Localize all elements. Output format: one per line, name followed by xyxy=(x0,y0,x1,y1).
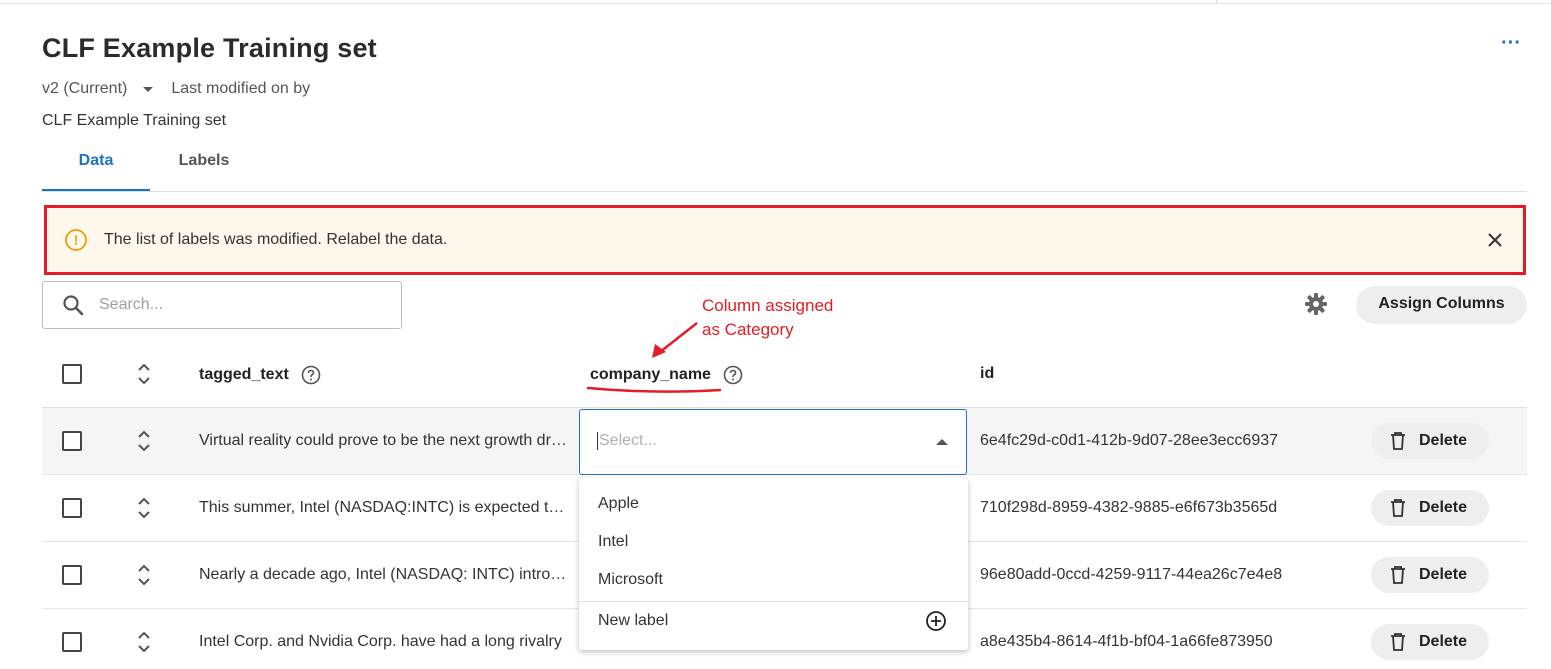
label-dropdown-menu: Apple Intel Microsoft New label xyxy=(579,478,968,650)
dropdown-divider xyxy=(579,601,968,602)
row-checkbox[interactable] xyxy=(62,431,82,451)
id-cell: a8e435b4-8614-4f1b-bf04-1a66fe873950 xyxy=(980,633,1273,650)
tab-data[interactable]: Data xyxy=(42,140,150,191)
annotation-line-1: Column assigned xyxy=(702,296,834,315)
dropdown-option-microsoft[interactable]: Microsoft xyxy=(598,571,663,589)
trash-icon xyxy=(1391,566,1405,584)
trash-icon xyxy=(1391,499,1405,517)
column-header-id[interactable]: id xyxy=(980,365,994,383)
company-name-select[interactable]: Select... xyxy=(579,409,967,475)
tagged-text-cell: This summer, Intel (NASDAQ:INTC) is expe… xyxy=(199,499,567,516)
expand-icon[interactable] xyxy=(135,495,153,521)
page-subtitle: CLF Example Training set xyxy=(42,112,227,129)
tagged-text-cell: Nearly a decade ago, Intel (NASDAQ: INTC… xyxy=(199,566,567,583)
search-input[interactable] xyxy=(99,296,379,314)
tagged-text-cell: Intel Corp. and Nvidia Corp. have had a … xyxy=(199,633,562,650)
annotation-line-2: as Category xyxy=(702,320,794,339)
tab-labels[interactable]: Labels xyxy=(150,140,258,191)
help-icon[interactable] xyxy=(723,365,743,385)
delete-label: Delete xyxy=(1419,566,1468,583)
delete-label: Delete xyxy=(1419,432,1468,449)
select-all-checkbox[interactable] xyxy=(62,364,82,384)
id-cell: 710f298d-8959-4382-9885-e6f673b3565d xyxy=(980,499,1278,516)
column-header-label: tagged_text xyxy=(199,366,289,383)
expand-icon[interactable] xyxy=(135,629,153,655)
select-placeholder: Select... xyxy=(597,432,657,450)
delete-button[interactable]: Delete xyxy=(1371,557,1489,593)
expand-icon[interactable] xyxy=(135,428,153,454)
last-modified-text: Last modified on by xyxy=(171,80,311,97)
row-checkbox[interactable] xyxy=(62,565,82,585)
top-divider xyxy=(0,3,1551,4)
version-selector[interactable]: v2 (Current) xyxy=(42,80,127,98)
column-header-label: company_name xyxy=(590,366,711,383)
delete-button[interactable]: Delete xyxy=(1371,624,1489,660)
delete-label: Delete xyxy=(1419,633,1468,650)
top-divider-tick xyxy=(1216,0,1217,3)
gear-icon[interactable] xyxy=(1304,292,1328,316)
trash-icon xyxy=(1391,432,1405,450)
row-checkbox[interactable] xyxy=(62,498,82,518)
new-label-option[interactable]: New label xyxy=(598,612,668,630)
sort-icon[interactable] xyxy=(135,361,153,387)
column-header-tagged-text[interactable]: tagged_text xyxy=(199,365,321,385)
column-header-label: id xyxy=(980,365,995,382)
more-options-button[interactable]: ··· xyxy=(1496,32,1526,60)
delete-button[interactable]: Delete xyxy=(1371,423,1489,459)
search-icon xyxy=(63,295,84,316)
column-header-company-name[interactable]: company_name xyxy=(590,365,743,385)
close-icon[interactable] xyxy=(1485,230,1505,250)
alert-message: The list of labels was modified. Relabel… xyxy=(104,231,448,248)
table-header: tagged_text company_name id xyxy=(42,341,1527,408)
annotation-callout: Column assigned as Category xyxy=(702,294,833,342)
id-cell: 96e80add-0ccd-4259-9117-44ea26c7e4e8 xyxy=(980,566,1283,583)
tagged-text-cell: Virtual reality could prove to be the ne… xyxy=(199,432,567,449)
assign-columns-button[interactable]: Assign Columns xyxy=(1356,286,1527,324)
tab-bar: Data Labels xyxy=(42,140,1527,192)
row-checkbox[interactable] xyxy=(62,632,82,652)
trash-icon xyxy=(1391,633,1405,651)
search-field[interactable] xyxy=(42,281,402,329)
chevron-up-icon[interactable] xyxy=(936,439,948,445)
labels-modified-alert: ! The list of labels was modified. Relab… xyxy=(44,205,1526,275)
delete-label: Delete xyxy=(1419,499,1468,516)
dropdown-option-apple[interactable]: Apple xyxy=(598,495,639,513)
warning-icon: ! xyxy=(65,229,87,251)
delete-button[interactable]: Delete xyxy=(1371,490,1489,526)
id-cell: 6e4fc29d-c0d1-412b-9d07-28ee3ecc6937 xyxy=(980,432,1279,449)
help-icon[interactable] xyxy=(301,365,321,385)
dropdown-option-intel[interactable]: Intel xyxy=(598,533,628,551)
version-row: v2 (Current) Last modified on by xyxy=(42,80,310,98)
expand-icon[interactable] xyxy=(135,562,153,588)
add-circle-icon[interactable] xyxy=(925,610,947,632)
chevron-down-icon[interactable] xyxy=(143,86,154,92)
page-title: CLF Example Training set xyxy=(42,33,377,63)
